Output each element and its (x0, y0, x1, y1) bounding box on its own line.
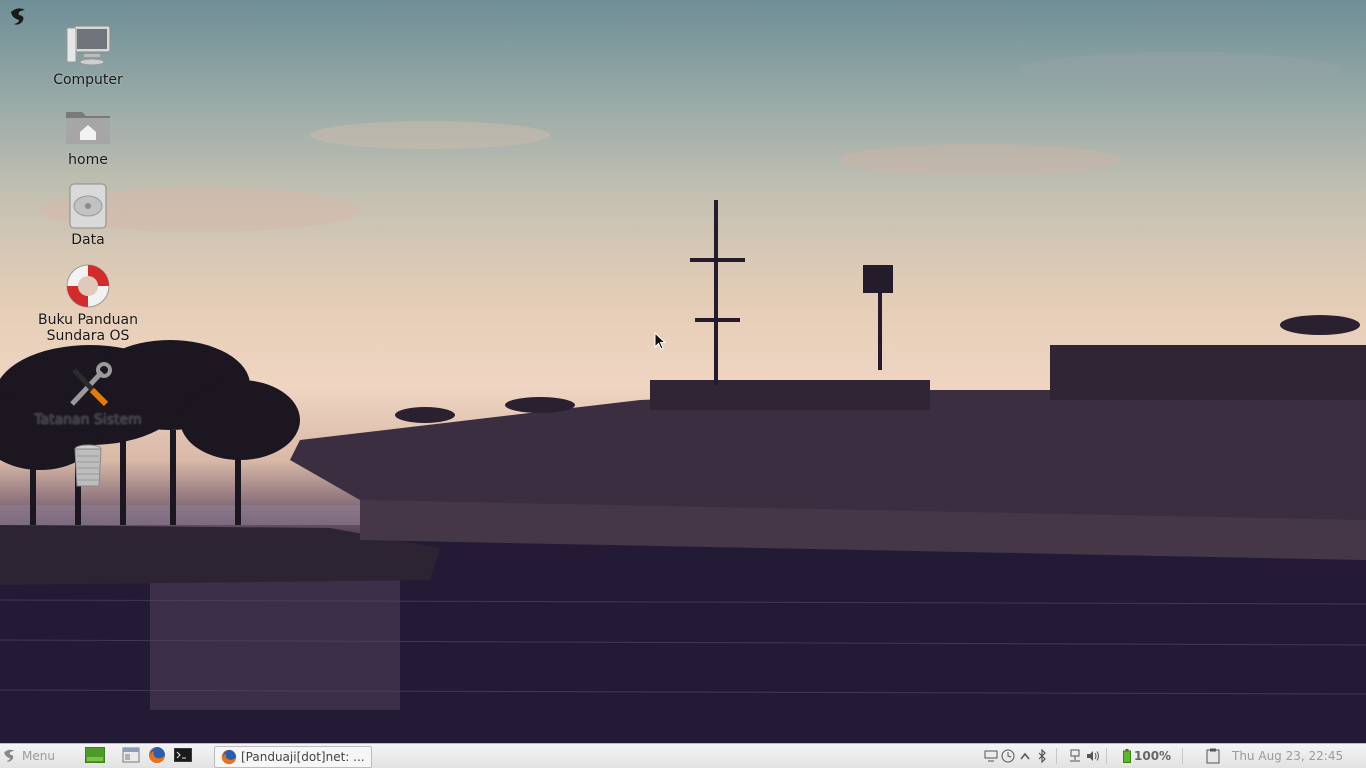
file-manager-icon (122, 747, 140, 763)
show-desktop-icon (85, 747, 105, 763)
menu-label: Menu (22, 749, 55, 763)
desktop-icon-help-guide[interactable]: Buku Panduan Sundara OS (23, 262, 153, 344)
tray-volume[interactable] (1084, 744, 1102, 768)
tray-network[interactable] (1066, 744, 1084, 768)
tray-bluetooth[interactable] (1033, 744, 1051, 768)
desktop-icon-data[interactable]: Data (23, 182, 153, 248)
trash-icon (74, 444, 102, 487)
tray-separator (1056, 748, 1057, 764)
home-folder-icon (66, 112, 110, 144)
firefox-icon (149, 747, 165, 763)
show-desktop-button[interactable] (84, 744, 106, 766)
desktop-icon-home[interactable]: home (23, 102, 153, 168)
system-settings-icon (70, 362, 112, 407)
volume-icon (1087, 751, 1099, 761)
desktop-icon-label: Buku Panduan Sundara OS (38, 312, 138, 344)
clock-display[interactable]: Thu Aug 23, 22:45 (1232, 744, 1343, 768)
mouse-cursor-icon (654, 332, 666, 350)
battery-icon (1123, 749, 1131, 763)
sundara-logo-icon (4, 749, 15, 762)
desktop-icon-computer[interactable]: Computer (23, 22, 153, 88)
desktop-icon-label: Data (71, 232, 105, 248)
tray-separator (1182, 748, 1183, 764)
desktop-icon-label: Computer (53, 72, 123, 88)
terminal-launcher[interactable] (172, 744, 194, 766)
taskbar-window-button[interactable]: [Panduaji[dot]net: ... (214, 746, 372, 768)
display-icon (984, 750, 998, 762)
clipboard-icon (1206, 748, 1220, 764)
tray-display[interactable] (982, 744, 1000, 768)
desktop-icon-label: home (68, 152, 108, 168)
tray-expand[interactable] (1016, 744, 1034, 768)
desktop[interactable]: Computer home Data Buku Panduan Sundara … (0, 0, 1366, 743)
tray-clipboard[interactable] (1204, 744, 1222, 768)
tray-clock[interactable] (999, 744, 1017, 768)
file-manager-launcher[interactable] (120, 744, 142, 766)
computer-icon (66, 25, 111, 66)
firefox-launcher[interactable] (146, 744, 168, 766)
menu-button[interactable]: Menu (2, 744, 66, 768)
desktop-icon-label: Tatanan Sistem (34, 412, 142, 428)
tray-separator (1106, 748, 1107, 764)
hard-drive-icon (69, 183, 107, 229)
firefox-icon (221, 749, 237, 765)
clock-icon (1001, 749, 1015, 763)
bluetooth-icon (1038, 749, 1046, 763)
battery-percentage: 100% (1134, 749, 1172, 763)
taskbar: Menu [Panduaji[dot]net: ... 100% Thu Aug… (0, 743, 1366, 768)
taskbar-window-title: [Panduaji[dot]net: ... (241, 750, 365, 764)
network-icon (1070, 749, 1080, 762)
desktop-icon-system-settings[interactable]: Tatanan Sistem (23, 362, 153, 428)
terminal-icon (174, 748, 192, 762)
wallpaper-image (0, 52, 1366, 743)
desktop-icon-trash[interactable] (23, 442, 153, 492)
lifebuoy-help-icon (66, 264, 110, 308)
chevron-up-icon (1020, 752, 1030, 760)
